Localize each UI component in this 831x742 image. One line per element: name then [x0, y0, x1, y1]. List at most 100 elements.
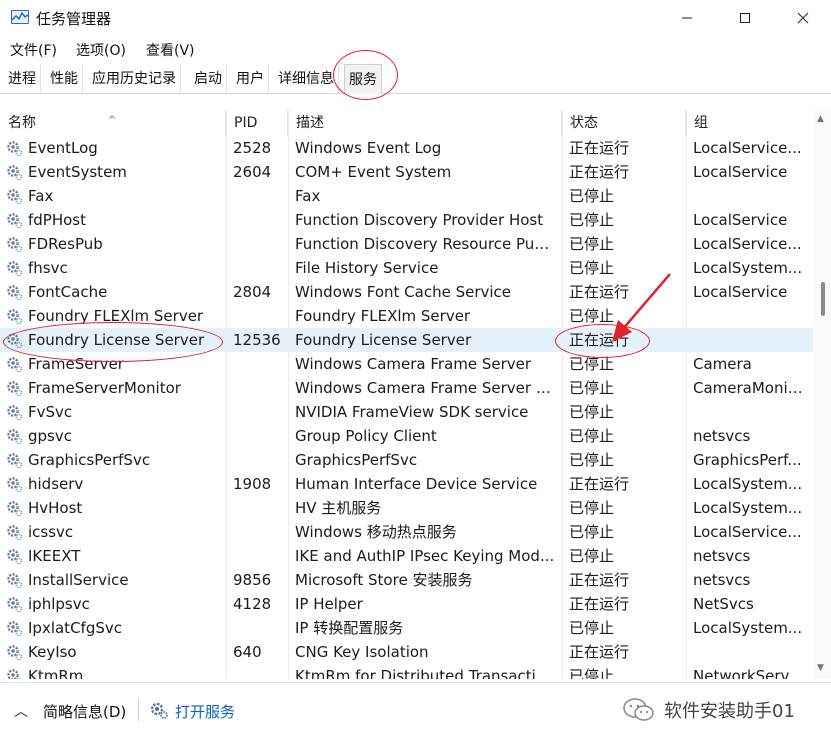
service-name: hidserv [28, 475, 84, 493]
column-header-group[interactable]: 组 [686, 110, 813, 136]
services-table: 名称 ^ PID 描述 状态 组 EventLog 2528 Windows Even… [0, 110, 813, 679]
service-name: IKEEXT [28, 547, 81, 565]
tab-services[interactable]: 服务 [344, 64, 382, 94]
close-button[interactable] [774, 0, 831, 36]
table-row[interactable]: icssvc Windows 移动热点服务 已停止 LocalService... [0, 520, 813, 544]
table-row[interactable]: GraphicsPerfSvc GraphicsPerfSvc 已停止 Graphic… [0, 448, 813, 472]
column-header-status[interactable]: 状态 [562, 110, 686, 136]
service-gear-icon [6, 428, 23, 445]
service-name: fhsvc [28, 259, 68, 277]
service-description: Windows Camera Frame Server [295, 355, 532, 373]
fewer-details-link[interactable]: 简略信息(D) [43, 701, 126, 722]
service-gear-icon [6, 140, 23, 157]
service-pid [233, 424, 288, 448]
service-gear-icon [6, 476, 23, 493]
scrollbar-thumb[interactable] [821, 282, 825, 316]
menu-bar: 文件(F) 选项(O) 查看(V) [0, 38, 831, 62]
table-row[interactable]: iphlpsvc 4128 IP Helper 正在运行 NetSvcs [0, 592, 813, 616]
table-row[interactable]: EventSystem 2604 COM+ Event System 正在运行 Loca… [0, 160, 813, 184]
service-status: 已停止 [569, 403, 615, 421]
table-row[interactable]: EventLog 2528 Windows Event Log 正在运行 LocalSe… [0, 136, 813, 160]
services-gear-icon[interactable] [149, 700, 169, 720]
service-status: 正在运行 [569, 283, 630, 301]
chevron-up-icon[interactable]: ︿ [14, 701, 28, 721]
service-gear-icon [6, 188, 23, 205]
service-description: IKE and AuthIP IPsec Keying Mod... [295, 547, 555, 565]
minimize-button[interactable] [658, 0, 716, 36]
table-row[interactable]: FontCache 2804 Windows Font Cache Service 正… [0, 280, 813, 304]
service-status: 已停止 [569, 451, 615, 469]
tab-startup[interactable]: 启动 [190, 64, 227, 94]
service-status: 正在运行 [569, 139, 630, 157]
vertical-scrollbar[interactable]: ▲ ▼ [813, 110, 831, 679]
service-name: FrameServerMonitor [28, 379, 181, 397]
service-description: Windows Event Log [295, 139, 442, 157]
menu-options[interactable]: 选项(O) [76, 40, 126, 60]
table-row[interactable]: Foundry FLEXlm Server Foundry FLEXlm Serv… [0, 304, 813, 328]
scroll-up-arrow-icon[interactable]: ▲ [817, 114, 824, 124]
service-description: GraphicsPerfSvc [295, 451, 418, 469]
service-status: 已停止 [569, 667, 615, 679]
service-description: Function Discovery Provider Host [295, 211, 544, 229]
service-description: Windows 移动热点服务 [295, 523, 457, 541]
table-row[interactable]: HvHost HV 主机服务 已停止 LocalSystem... [0, 496, 813, 520]
open-services-link[interactable]: 打开服务 [175, 701, 235, 722]
service-group: LocalService [693, 211, 788, 229]
maximize-icon [740, 13, 750, 23]
service-status: 已停止 [569, 547, 615, 565]
column-header-pid[interactable]: PID [226, 110, 288, 136]
table-row[interactable]: FrameServer Windows Camera Frame Server 已停… [0, 352, 813, 376]
column-header-description[interactable]: 描述 [288, 110, 562, 136]
service-group [693, 328, 805, 352]
service-name: icssvc [28, 523, 74, 541]
service-name: FontCache [28, 283, 108, 301]
table-row[interactable]: FvSvc NVIDIA FrameView SDK service 已停止 [0, 400, 813, 424]
table-row[interactable]: fdPHost Function Discovery Provider Host 已… [0, 208, 813, 232]
table-row[interactable]: KtmRm KtmRm for Distributed Transactio...… [0, 664, 813, 679]
service-group: LocalSystem... [693, 475, 803, 493]
service-pid: 2604 [233, 163, 272, 181]
service-gear-icon [6, 548, 23, 565]
wechat-logo-icon [623, 698, 654, 721]
service-name: FrameServer [28, 355, 124, 373]
service-description: Group Policy Client [295, 427, 437, 445]
table-row[interactable]: KeyIso 640 CNG Key Isolation 正在运行 [0, 640, 813, 664]
menu-file[interactable]: 文件(F) [10, 40, 57, 60]
service-gear-icon [6, 644, 23, 661]
tab-details[interactable]: 详细信息 [274, 64, 339, 94]
service-name: Fax [28, 187, 54, 205]
table-row[interactable]: IKEEXT IKE and AuthIP IPsec Keying Mod...… [0, 544, 813, 568]
service-name: Foundry License Server [28, 331, 205, 349]
table-row[interactable]: FDResPub Function Discovery Resource Publ… [0, 232, 813, 256]
table-row[interactable]: InstallService 9856 Microsoft Store 安装服务 正在… [0, 568, 813, 592]
service-name: gpsvc [28, 427, 72, 445]
service-name: iphlpsvc [28, 595, 90, 613]
tab-users[interactable]: 用户 [232, 64, 269, 94]
tab-processes[interactable]: 进程 [4, 64, 41, 94]
table-row[interactable]: hidserv 1908 Human Interface Device Servic… [0, 472, 813, 496]
tab-performance[interactable]: 性能 [46, 64, 83, 94]
table-row[interactable]: Fax Fax 已停止 [0, 184, 813, 208]
service-status: 已停止 [569, 259, 615, 277]
task-manager-app-icon [11, 10, 29, 24]
tab-app-history[interactable]: 应用历史记录 [88, 64, 181, 94]
sort-ascending-icon: ^ [108, 115, 117, 126]
table-row[interactable]: FrameServerMonitor Windows Camera Frame S… [0, 376, 813, 400]
service-gear-icon [6, 308, 23, 325]
table-row[interactable]: Foundry License Server 12536 Foundry Licen… [0, 328, 813, 352]
service-group: Camera [693, 355, 752, 373]
service-group: LocalSystem... [693, 499, 803, 517]
table-row[interactable]: gpsvc Group Policy Client 已停止 netsvcs [0, 424, 813, 448]
service-pid [233, 352, 288, 376]
scroll-down-arrow-icon[interactable]: ▼ [817, 663, 824, 673]
service-pid [233, 544, 288, 568]
service-status: 正在运行 [569, 571, 630, 589]
service-pid [233, 304, 288, 328]
service-group: LocalService [693, 283, 788, 301]
table-row[interactable]: fhsvc File History Service 已停止 LocalSystem.… [0, 256, 813, 280]
menu-view[interactable]: 查看(V) [146, 40, 195, 60]
maximize-button[interactable] [716, 0, 774, 36]
table-header: 名称 ^ PID 描述 状态 组 [0, 110, 813, 136]
column-header-name[interactable]: 名称 ^ [0, 110, 226, 136]
table-row[interactable]: IpxlatCfgSvc IP 转换配置服务 已停止 LocalSystem... [0, 616, 813, 640]
